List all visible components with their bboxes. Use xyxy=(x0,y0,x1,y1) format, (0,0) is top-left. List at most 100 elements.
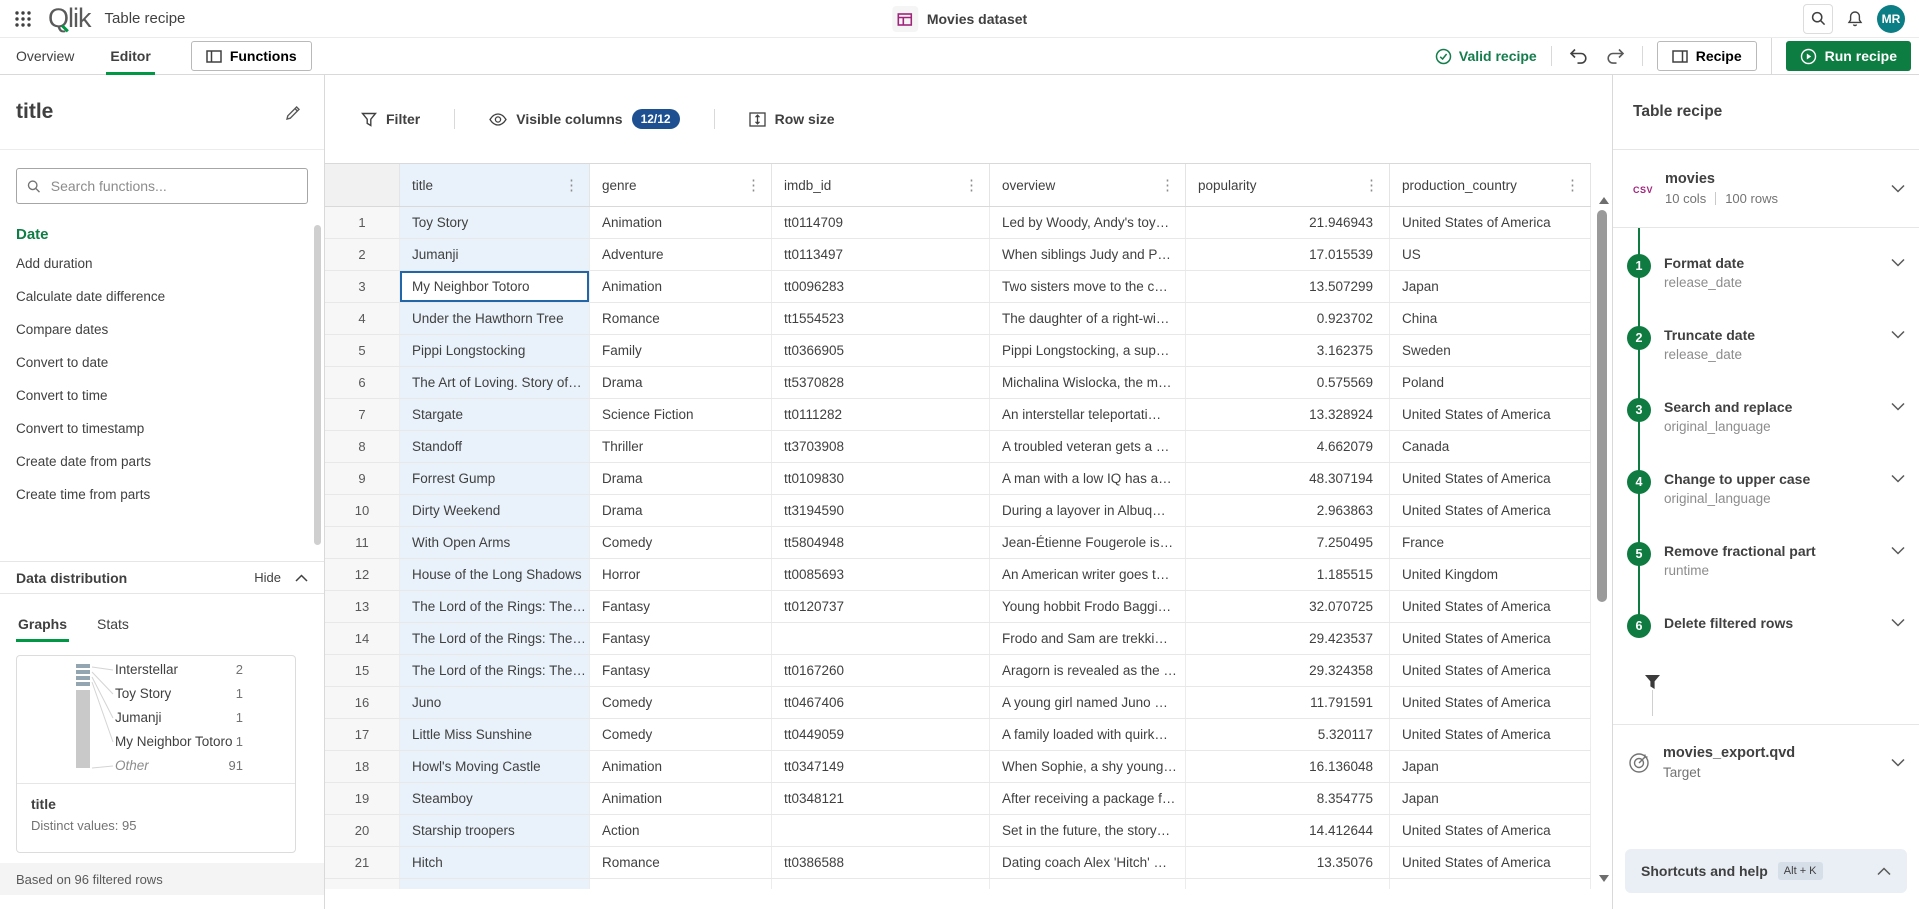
chevron-down-icon[interactable] xyxy=(1891,618,1905,627)
cell-imdb_id[interactable]: tt3194590 xyxy=(772,495,990,526)
cell-production_country[interactable]: China xyxy=(1390,303,1591,334)
column-menu-kebab-icon[interactable]: ⋮ xyxy=(560,176,583,194)
cell-genre[interactable]: Ro… xyxy=(590,879,772,889)
functions-toggle-button[interactable]: Functions xyxy=(191,41,312,71)
cell-popularity[interactable]: 1.185515 xyxy=(1186,559,1390,590)
cell-overview[interactable]: When Sophie, a shy young… xyxy=(990,751,1186,782)
cell-imdb_id[interactable]: tt0085693 xyxy=(772,559,990,590)
cell-popularity[interactable]: 8.354775 xyxy=(1186,783,1390,814)
cell-genre[interactable]: Adventure xyxy=(590,239,772,270)
cell-genre[interactable]: Family xyxy=(590,335,772,366)
chevron-down-icon[interactable] xyxy=(1891,546,1905,555)
shortcuts-and-help-bar[interactable]: Shortcuts and help Alt + K xyxy=(1625,849,1907,893)
chevron-up-icon[interactable] xyxy=(295,574,308,582)
cell-imdb_id[interactable]: tt4… xyxy=(772,879,990,889)
cell-production_country[interactable]: United States of America xyxy=(1390,399,1591,430)
source-dataset-item[interactable]: CSV movies 10 cols 100 rows xyxy=(1613,150,1919,228)
tab-graphs[interactable]: Graphs xyxy=(16,610,69,642)
cell-popularity[interactable]: 0.575569 xyxy=(1186,367,1390,398)
cell-popularity[interactable]: 29.324358 xyxy=(1186,655,1390,686)
vertical-scrollbar-thumb[interactable] xyxy=(1597,210,1607,602)
cell-title[interactable]: Stargate xyxy=(400,399,590,430)
cell-genre[interactable]: Romance xyxy=(590,847,772,878)
cell-imdb_id[interactable]: tt1554523 xyxy=(772,303,990,334)
cell-production_country[interactable]: United States of America xyxy=(1390,719,1591,750)
cell-title[interactable]: The Lord of the Rings: The… xyxy=(400,591,590,622)
function-item[interactable]: Convert to date xyxy=(0,346,324,379)
cell-imdb_id[interactable]: tt0114709 xyxy=(772,207,990,238)
column-menu-kebab-icon[interactable]: ⋮ xyxy=(960,176,983,194)
search-functions-input[interactable] xyxy=(49,177,297,195)
cell-imdb_id[interactable]: tt0467406 xyxy=(772,687,990,718)
cell-imdb_id[interactable]: tt0348121 xyxy=(772,783,990,814)
cell-imdb_id[interactable]: tt0113497 xyxy=(772,239,990,270)
chevron-down-icon[interactable] xyxy=(1891,474,1905,483)
cell-imdb_id[interactable] xyxy=(772,623,990,654)
cell-title[interactable]: The Art of Loving. Story of… xyxy=(400,367,590,398)
cell-production_country[interactable]: United States of America xyxy=(1390,815,1591,846)
cell-production_country[interactable]: Deut… xyxy=(1390,879,1591,889)
cell-overview[interactable]: Two sisters move to the c… xyxy=(990,271,1186,302)
cell-title[interactable]: Starship troopers xyxy=(400,815,590,846)
cell-title[interactable]: Steamboy xyxy=(400,783,590,814)
cell-imdb_id[interactable]: tt0167260 xyxy=(772,655,990,686)
cell-overview[interactable]: Set in the future, the story… xyxy=(990,815,1186,846)
cell-popularity[interactable]: 3.162375 xyxy=(1186,335,1390,366)
function-item[interactable]: Add duration xyxy=(0,247,324,280)
vscroll-down-arrow[interactable] xyxy=(1599,875,1609,882)
cell-overview[interactable]: Michalina Wislocka, the m… xyxy=(990,367,1186,398)
column-menu-kebab-icon[interactable]: ⋮ xyxy=(742,176,765,194)
cell-popularity[interactable]: 17.015539 xyxy=(1186,239,1390,270)
cell-popularity[interactable]: 14.412644 xyxy=(1186,815,1390,846)
cell-production_country[interactable]: US xyxy=(1390,239,1591,270)
cell-popularity[interactable]: 0.01… xyxy=(1186,879,1390,889)
cell-imdb_id[interactable] xyxy=(772,815,990,846)
row-size-button[interactable]: Row size xyxy=(743,110,841,128)
cell-production_country[interactable]: Japan xyxy=(1390,751,1591,782)
chevron-down-icon[interactable] xyxy=(1891,258,1905,267)
cell-overview[interactable]: After receiving a package f… xyxy=(990,783,1186,814)
cell-popularity[interactable]: 13.507299 xyxy=(1186,271,1390,302)
visible-columns-button[interactable]: Visible columns 12/12 xyxy=(483,108,685,130)
cell-title[interactable]: With Open Arms xyxy=(400,527,590,558)
recipe-panel-toggle-button[interactable]: Recipe xyxy=(1657,41,1757,71)
cell-overview[interactable]: Dating coach Alex 'Hitch' … xyxy=(990,847,1186,878)
cell-title[interactable]: Pippi Longstocking xyxy=(400,335,590,366)
cell-overview[interactable]: Frodo and Sam are trekki… xyxy=(990,623,1186,654)
cell-popularity[interactable]: 13.35076 xyxy=(1186,847,1390,878)
cell-overview[interactable]: An interstellar teleportati… xyxy=(990,399,1186,430)
cell-popularity[interactable]: 29.423537 xyxy=(1186,623,1390,654)
cell-production_country[interactable]: United States of America xyxy=(1390,463,1591,494)
column-header-popularity[interactable]: popularity⋮ xyxy=(1186,164,1390,206)
recipe-step-3[interactable]: 3Search and replaceoriginal_language xyxy=(1627,398,1905,470)
cell-genre[interactable]: Animation xyxy=(590,751,772,782)
cell-imdb_id[interactable]: tt0111282 xyxy=(772,399,990,430)
column-header-genre[interactable]: genre⋮ xyxy=(590,164,772,206)
cell-production_country[interactable]: France xyxy=(1390,527,1591,558)
cell-production_country[interactable]: United States of America xyxy=(1390,591,1591,622)
hide-distribution-link[interactable]: Hide xyxy=(254,570,281,585)
cell-production_country[interactable]: Japan xyxy=(1390,783,1591,814)
dataset-selector[interactable]: Movies dataset xyxy=(892,0,1027,38)
cell-popularity[interactable]: 32.070725 xyxy=(1186,591,1390,622)
cell-genre[interactable]: Comedy xyxy=(590,719,772,750)
column-header-overview[interactable]: overview⋮ xyxy=(990,164,1186,206)
function-item[interactable]: Convert to time xyxy=(0,379,324,412)
cell-imdb_id[interactable]: tt0120737 xyxy=(772,591,990,622)
cell-imdb_id[interactable]: tt0386588 xyxy=(772,847,990,878)
cell-genre[interactable]: Drama xyxy=(590,463,772,494)
cell-popularity[interactable]: 2.963863 xyxy=(1186,495,1390,526)
cell-genre[interactable]: Fantasy xyxy=(590,623,772,654)
column-menu-kebab-icon[interactable]: ⋮ xyxy=(1156,176,1179,194)
notifications-bell-icon[interactable] xyxy=(1847,10,1863,27)
cell-popularity[interactable]: 4.662079 xyxy=(1186,431,1390,462)
cell-genre[interactable]: Drama xyxy=(590,495,772,526)
cell-imdb_id[interactable]: tt0109830 xyxy=(772,463,990,494)
cell-title[interactable]: My Neighbor Totoro xyxy=(400,271,590,302)
cell-overview[interactable]: A man with a low IQ has a… xyxy=(990,463,1186,494)
recipe-step-5[interactable]: 5Remove fractional partruntime xyxy=(1627,542,1905,614)
column-menu-kebab-icon[interactable]: ⋮ xyxy=(1360,176,1383,194)
column-menu-kebab-icon[interactable]: ⋮ xyxy=(1561,176,1584,194)
cell-popularity[interactable]: 48.307194 xyxy=(1186,463,1390,494)
cell-genre[interactable]: Thriller xyxy=(590,431,772,462)
